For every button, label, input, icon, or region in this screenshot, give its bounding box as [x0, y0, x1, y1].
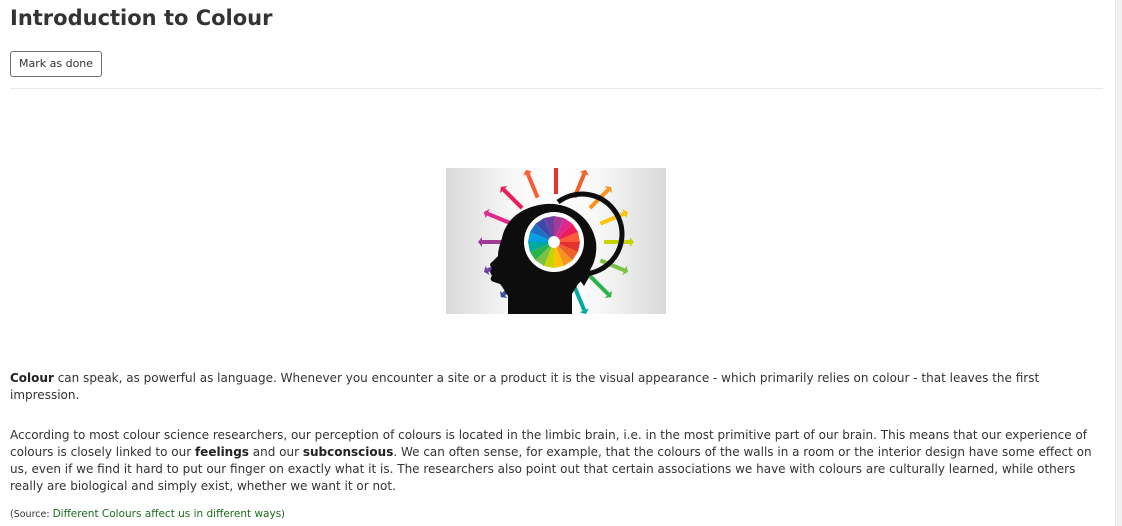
divider	[10, 88, 1103, 89]
colour-bold: Colour	[10, 371, 54, 385]
source-suffix: )	[281, 509, 285, 520]
colour-ray	[572, 285, 587, 312]
colour-ray	[502, 188, 524, 210]
colour-ray	[588, 274, 610, 296]
colour-head-illustration	[446, 168, 666, 314]
colour-ray-head	[630, 237, 634, 247]
mark-as-done-button[interactable]: Mark as done	[10, 51, 103, 77]
source-prefix: (Source:	[10, 509, 53, 520]
colour-ray	[486, 211, 513, 226]
subconscious-bold: subconscious	[302, 445, 394, 459]
research-text-2: and our	[248, 445, 303, 459]
source-citation: (Source: Different Colours affect us in …	[10, 508, 285, 520]
colour-ray	[525, 172, 540, 199]
source-link[interactable]: Different Colours affect us in different…	[53, 508, 282, 520]
page-title: Introduction to Colour	[10, 6, 273, 30]
intro-paragraph: Colour can speak, as powerful as languag…	[10, 370, 1103, 404]
colour-ray-head	[478, 237, 482, 247]
research-paragraph: According to most colour science researc…	[10, 427, 1103, 495]
page: Introduction to Colour Mark as done Colo…	[0, 0, 1122, 526]
intro-text: can speak, as powerful as language. When…	[10, 371, 1040, 402]
scrollbar-track[interactable]	[1115, 0, 1122, 526]
colour-head-icon	[478, 168, 634, 314]
feelings-bold: feelings	[194, 445, 249, 459]
